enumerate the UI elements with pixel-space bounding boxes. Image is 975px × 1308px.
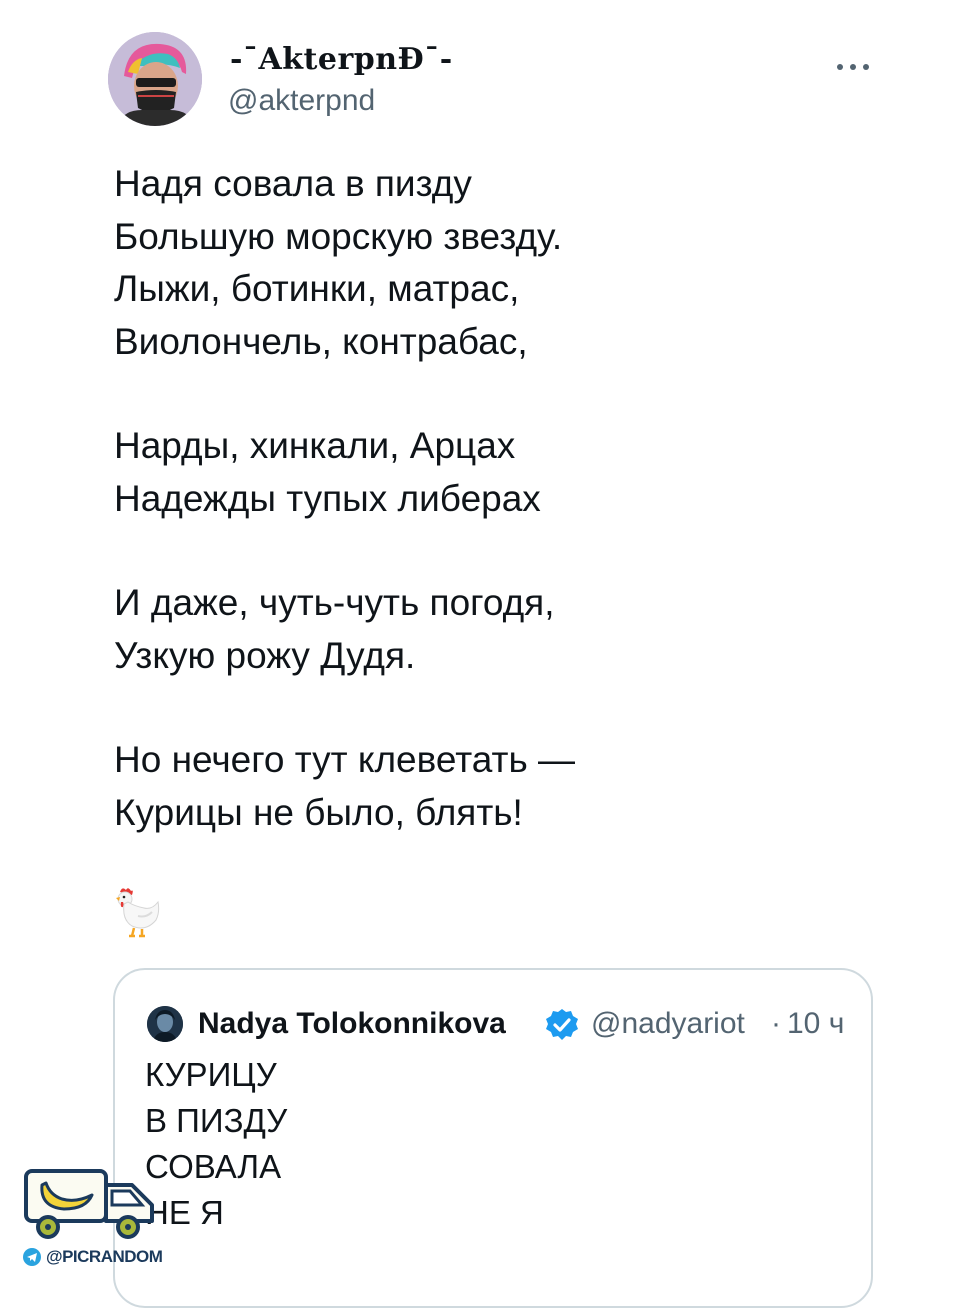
tweet-line: Виолончель, контрабас, bbox=[114, 320, 528, 362]
quoted-timestamp[interactable]: 10 ч bbox=[787, 1004, 844, 1044]
quoted-line: НЕ Я bbox=[145, 1194, 224, 1231]
user-avatar[interactable] bbox=[108, 32, 202, 126]
telegram-icon bbox=[23, 1248, 41, 1266]
watermark: @PICRANDOM bbox=[22, 1244, 163, 1270]
more-dots-icon bbox=[837, 64, 869, 70]
quoted-line: В ПИЗДУ bbox=[145, 1102, 288, 1139]
tweet-line: Надя совала в пизду bbox=[114, 163, 472, 204]
dot-separator: · bbox=[771, 1007, 781, 1040]
tweet-text: Надя совала в пизду Большую морскую звез… bbox=[114, 158, 874, 891]
quoted-line: СОВАЛА bbox=[145, 1148, 282, 1185]
quoted-user-avatar[interactable] bbox=[147, 1006, 183, 1042]
watermark-label: @PICRANDOM bbox=[46, 1247, 163, 1266]
quoted-avatar-illustration bbox=[147, 1006, 183, 1042]
tweet-stanza: И даже, чуть-чуть погодя, Узкую рожу Дуд… bbox=[114, 577, 874, 682]
tweet-line: Надежды тупых либерах bbox=[114, 477, 541, 519]
chicken-icon bbox=[116, 888, 160, 938]
verified-badge-icon bbox=[545, 1008, 579, 1042]
truck-logo-icon bbox=[20, 1165, 160, 1247]
quoted-author-name[interactable]: Nadya Tolokonnikova bbox=[198, 1004, 543, 1044]
tweet-line: Но нечего тут клеветать — bbox=[114, 739, 576, 780]
quoted-tweet-card[interactable]: Nadya Tolokonnikova @nadyariot · 10 ч КУ… bbox=[113, 968, 873, 1308]
tweet-line: Лыжи, ботинки, матрас, bbox=[114, 268, 520, 309]
author-display-name[interactable]: -ˉAkterpnĐˉ- bbox=[230, 42, 453, 77]
tweet-line: Курицы не было, блять! bbox=[114, 791, 523, 833]
more-options-button[interactable] bbox=[828, 52, 878, 82]
avatar-illustration bbox=[108, 32, 202, 126]
chicken-emoji bbox=[112, 886, 162, 942]
tweet-stanza: Но нечего тут клеветать — Курицы не было… bbox=[114, 734, 874, 839]
quoted-line: КУРИЦУ bbox=[145, 1056, 277, 1093]
tweet-line: Нарды, хинкали, Арцах bbox=[114, 425, 516, 466]
quoted-author-handle[interactable]: @nadyariot bbox=[591, 1004, 769, 1044]
tweet-line: И даже, чуть-чуть погодя, bbox=[114, 582, 555, 623]
tweet-line: Узкую рожу Дудя. bbox=[114, 634, 416, 676]
author-handle[interactable]: @akterpnd bbox=[228, 84, 375, 118]
tweet-stanza: Надя совала в пизду Большую морскую звез… bbox=[114, 158, 874, 368]
quoted-tweet-text: КУРИЦУ В ПИЗДУ СОВАЛА НЕ Я bbox=[145, 1052, 287, 1236]
tweet-line: Большую морскую звезду. bbox=[114, 215, 563, 257]
tweet-stanza: Нарды, хинкали, Арцах Надежды тупых либе… bbox=[114, 420, 874, 525]
